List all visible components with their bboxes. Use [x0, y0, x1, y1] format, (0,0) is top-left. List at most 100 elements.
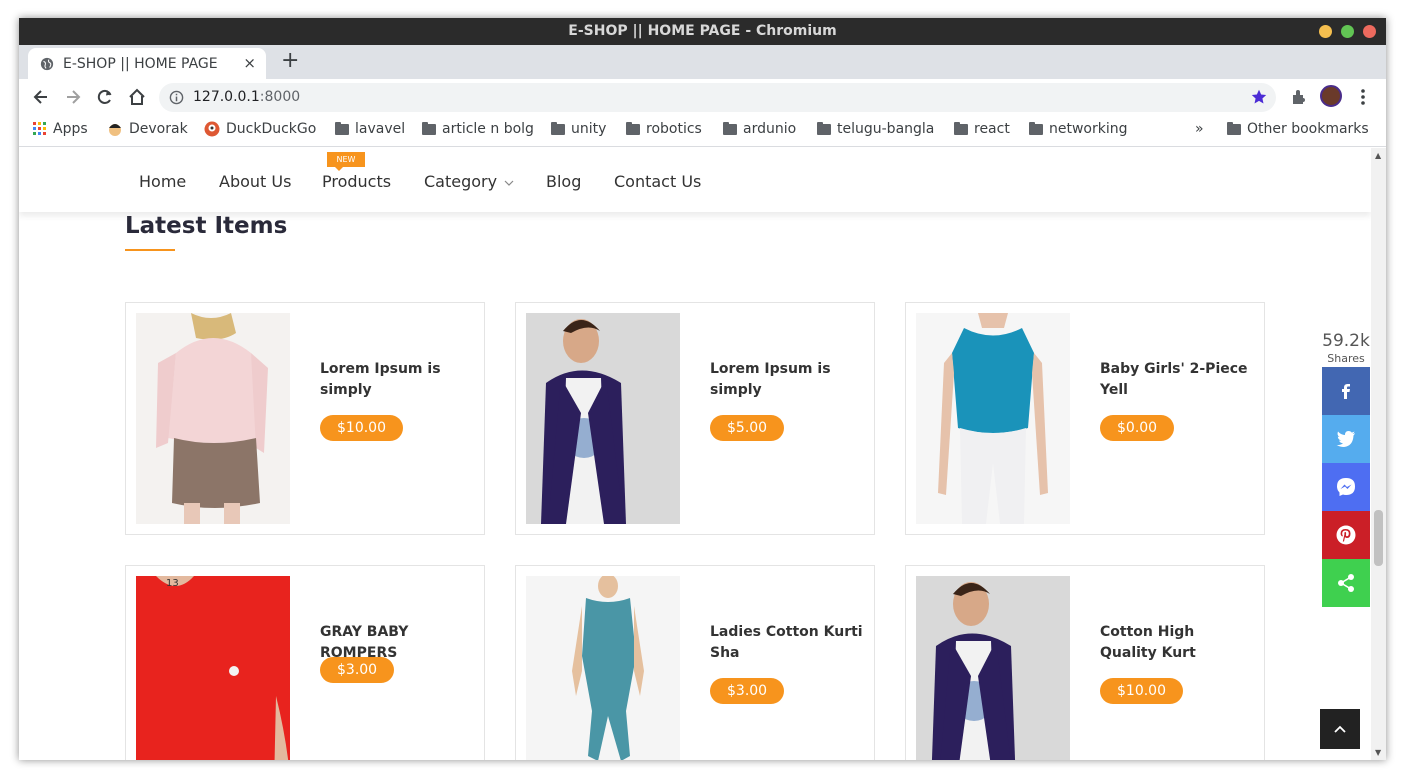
- folder-icon: [954, 121, 968, 135]
- folder-icon: [817, 121, 831, 135]
- devorak-favicon-icon: [109, 124, 121, 136]
- profile-avatar[interactable]: [1320, 85, 1342, 107]
- bookmark-folder-ardunio[interactable]: ardunio: [723, 121, 796, 137]
- folder-icon: [1029, 121, 1043, 135]
- messenger-icon: [1337, 478, 1355, 496]
- bookmark-star-icon[interactable]: [1250, 88, 1268, 106]
- product-card[interactable]: Ladies Cotton Kurti Sha $3.00: [515, 565, 875, 760]
- product-image[interactable]: [916, 576, 1070, 760]
- bookmark-folder-networking[interactable]: networking: [1029, 121, 1128, 137]
- product-card[interactable]: 13 GRAY BABY ROMPERS $3.00: [125, 565, 485, 760]
- product-card[interactable]: Lorem Ipsum is simply $10.00: [125, 302, 485, 535]
- address-bar[interactable]: 127.0.0.1:8000: [159, 83, 1276, 112]
- product-card[interactable]: Lorem Ipsum is simply $5.00: [515, 302, 875, 535]
- menu-icon[interactable]: [1353, 87, 1373, 107]
- tab-title: E-SHOP || HOME PAGE: [63, 55, 218, 72]
- facebook-icon: [1342, 384, 1350, 399]
- product-name[interactable]: Cotton High Quality Kurt: [1100, 622, 1255, 664]
- other-bookmarks[interactable]: Other bookmarks: [1227, 121, 1369, 137]
- bookmark-label: DuckDuckGo: [226, 121, 317, 137]
- duckduckgo-icon: [204, 121, 220, 137]
- section-title: Latest Items: [125, 213, 288, 239]
- close-window-button[interactable]: [1363, 25, 1376, 38]
- product-price: $3.00: [320, 657, 395, 683]
- bookmark-apps[interactable]: Apps: [33, 121, 88, 137]
- product-card[interactable]: Baby Girls' 2-Piece Yell $0.00: [905, 302, 1265, 535]
- nav-contact-us[interactable]: Contact Us: [614, 172, 701, 191]
- nav-category[interactable]: Category: [424, 172, 514, 191]
- web-page: Home About Us NEW Products Category Blog…: [19, 148, 1371, 760]
- product-price: $10.00: [1100, 678, 1183, 704]
- nav-about-us[interactable]: About Us: [219, 172, 291, 191]
- pinterest-share-button[interactable]: [1322, 511, 1370, 559]
- bookmark-label: unity: [571, 121, 607, 137]
- bookmark-label: Devorak: [129, 121, 188, 137]
- extensions-icon[interactable]: [1289, 87, 1309, 107]
- bookmark-label: robotics: [646, 121, 702, 137]
- nav-products[interactable]: Products: [322, 172, 391, 191]
- nav-category-label: Category: [424, 172, 498, 191]
- twitter-icon: [1336, 431, 1355, 447]
- facebook-share-button[interactable]: [1322, 367, 1370, 415]
- folder-icon: [422, 121, 436, 135]
- maximize-button[interactable]: [1341, 25, 1354, 38]
- bookmarks-overflow-button[interactable]: »: [1195, 121, 1204, 137]
- product-name[interactable]: Ladies Cotton Kurti Sha: [710, 622, 865, 664]
- url-text[interactable]: 127.0.0.1:8000: [193, 89, 300, 105]
- scroll-down-arrow[interactable]: ▼: [1375, 748, 1381, 757]
- minimize-button[interactable]: [1319, 25, 1332, 38]
- product-price: $10.00: [320, 415, 403, 441]
- bookmark-folder-react[interactable]: react: [954, 121, 1010, 137]
- sharethis-share-button[interactable]: [1322, 559, 1370, 607]
- globe-icon: [40, 57, 54, 70]
- product-name[interactable]: Lorem Ipsum is simply: [710, 359, 865, 401]
- window-controls: [1319, 25, 1376, 38]
- product-name[interactable]: Lorem Ipsum is simply: [320, 359, 475, 401]
- site-navigation: Home About Us NEW Products Category Blog…: [19, 148, 1371, 212]
- url-port: :8000: [259, 89, 301, 105]
- twitter-share-button[interactable]: [1322, 415, 1370, 463]
- forward-icon[interactable]: [63, 87, 83, 107]
- title-bar: E-SHOP || HOME PAGE - Chromium: [19, 18, 1386, 45]
- product-card[interactable]: Cotton High Quality Kurt $10.00: [905, 565, 1265, 760]
- product-name[interactable]: Baby Girls' 2-Piece Yell: [1100, 359, 1255, 401]
- tab-strip: E-SHOP || HOME PAGE × +: [19, 45, 1386, 79]
- bookmark-folder-lavavel[interactable]: lavavel: [335, 121, 405, 137]
- scroll-up-arrow[interactable]: ▲: [1375, 151, 1381, 160]
- reload-icon[interactable]: [95, 87, 115, 107]
- apps-grid-icon: [33, 122, 46, 135]
- product-image[interactable]: [526, 576, 680, 760]
- window-title: E-SHOP || HOME PAGE - Chromium: [568, 23, 837, 39]
- product-price: $3.00: [710, 678, 785, 704]
- product-image[interactable]: [136, 313, 290, 524]
- site-info-icon[interactable]: [169, 90, 184, 105]
- section-underline: [125, 249, 175, 251]
- new-tab-button[interactable]: +: [281, 50, 299, 72]
- bookmark-label: telugu-bangla: [837, 121, 935, 137]
- scroll-to-top-button[interactable]: [1320, 709, 1360, 749]
- product-image[interactable]: 13: [136, 576, 290, 760]
- bookmark-folder-unity[interactable]: unity: [551, 121, 606, 137]
- bookmark-folder-robotics[interactable]: robotics: [626, 121, 702, 137]
- bookmark-duckduckgo[interactable]: DuckDuckGo: [204, 121, 316, 137]
- folder-icon: [335, 121, 349, 135]
- share-count: 59.2k: [1322, 331, 1370, 351]
- folder-icon: [626, 121, 640, 135]
- messenger-share-button[interactable]: [1322, 463, 1370, 511]
- home-icon[interactable]: [127, 87, 147, 107]
- bookmark-folder-telugu-bangla[interactable]: telugu-bangla: [817, 121, 934, 137]
- nav-blog[interactable]: Blog: [546, 172, 581, 191]
- bookmark-label: react: [974, 121, 1010, 137]
- bookmark-devorak[interactable]: Devorak: [107, 121, 188, 137]
- product-image[interactable]: [526, 313, 680, 524]
- product-image[interactable]: [916, 313, 1070, 524]
- tab-home-page[interactable]: E-SHOP || HOME PAGE ×: [28, 48, 266, 79]
- nav-home[interactable]: Home: [139, 172, 186, 191]
- page-scrollbar[interactable]: ▲ ▼: [1371, 148, 1386, 760]
- new-badge: NEW: [327, 152, 365, 171]
- browser-toolbar: 127.0.0.1:8000: [19, 79, 1386, 116]
- back-icon[interactable]: [31, 87, 51, 107]
- bookmark-folder-article[interactable]: article n bolg: [422, 121, 534, 137]
- scrollbar-thumb[interactable]: [1374, 510, 1383, 566]
- tab-close-icon[interactable]: ×: [243, 54, 256, 72]
